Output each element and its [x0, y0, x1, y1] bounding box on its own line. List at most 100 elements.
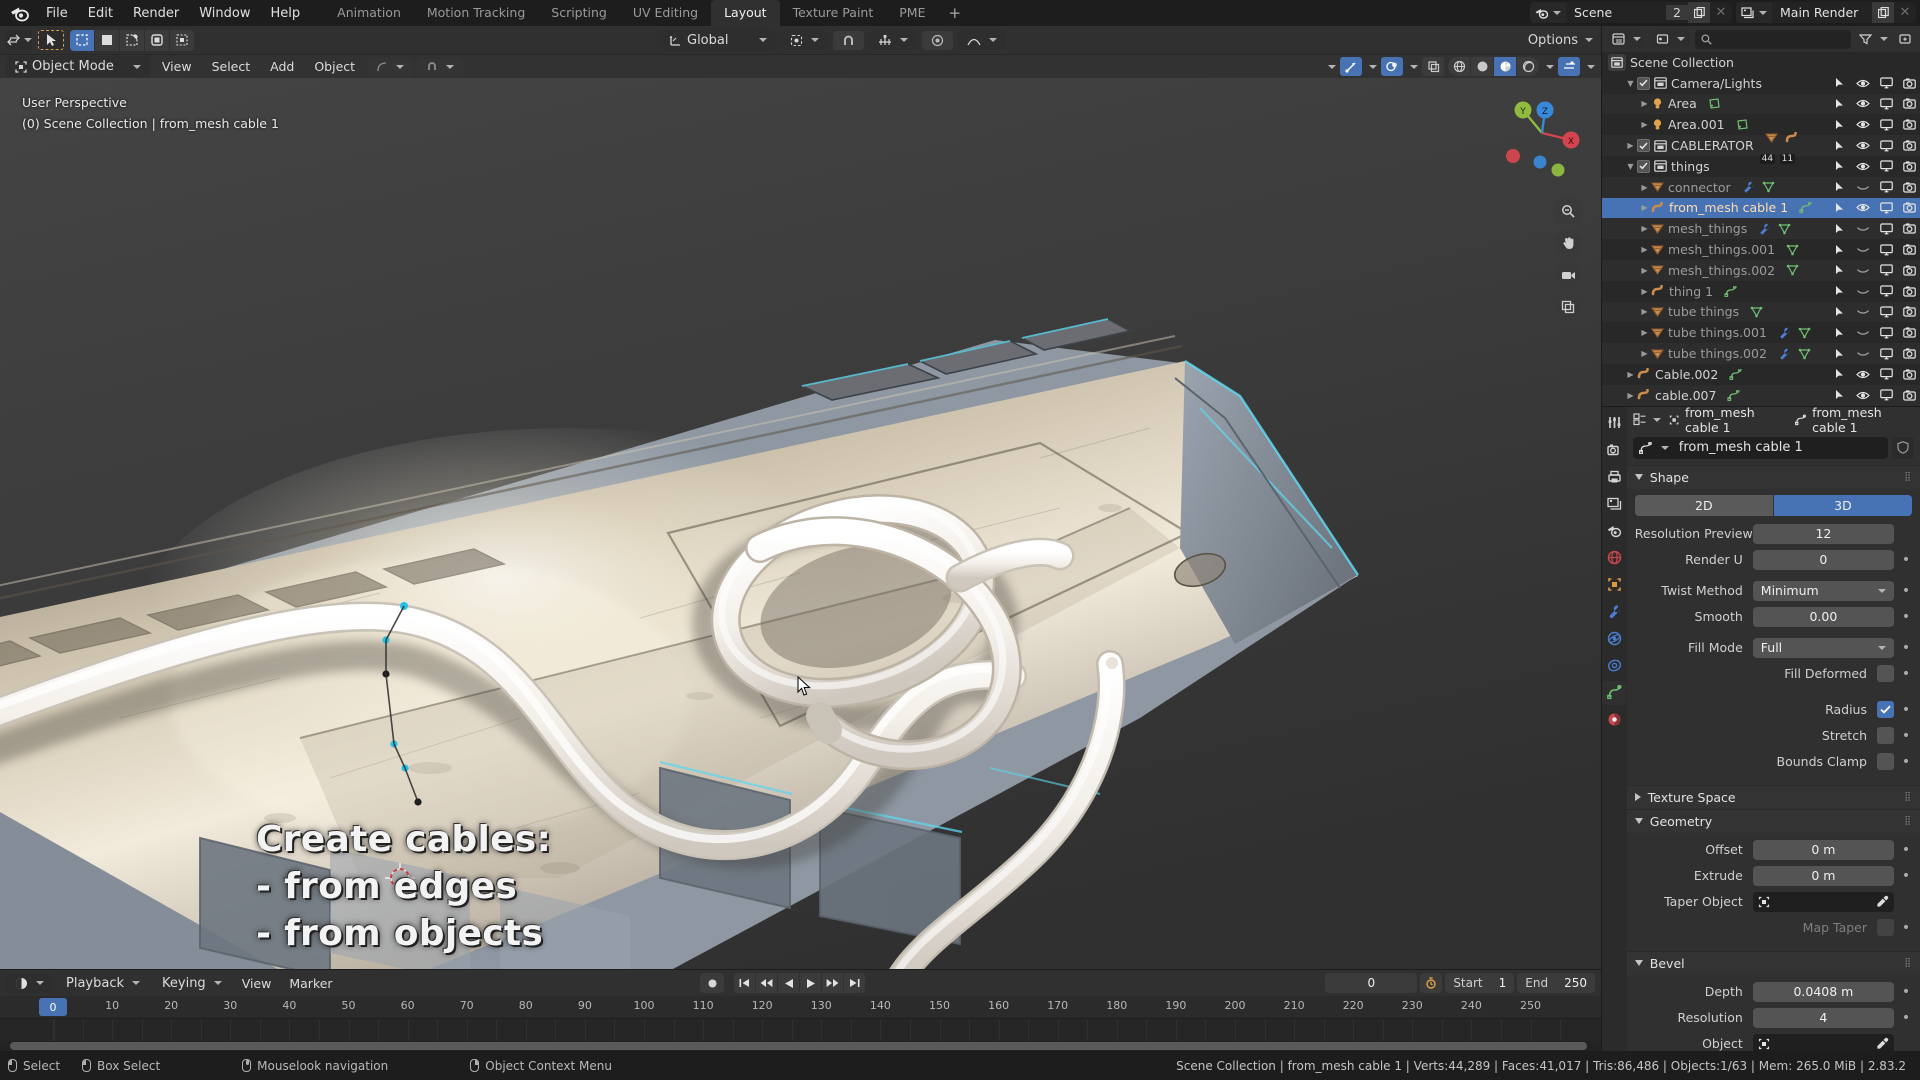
timeline-ruler[interactable]: 0 10 20 30 40 50 60 70 80 90 100 110 120 130 140 150 160… — [0, 996, 1601, 1018]
restrict-select-toggle[interactable] — [1834, 98, 1846, 110]
tab-world[interactable] — [1602, 546, 1626, 570]
tab-scene[interactable] — [1602, 519, 1626, 543]
anim-dot[interactable]: • — [1900, 984, 1912, 1000]
view-layer-selector[interactable]: Main Render ✕ — [1736, 2, 1916, 23]
field-value[interactable]: 4 — [1752, 1007, 1894, 1028]
outliner-filter-icon[interactable] — [1856, 31, 1891, 47]
breadcrumb-object[interactable]: from_mesh cable 1 — [1669, 407, 1787, 435]
outliner-row-cablerator[interactable]: ▶ CABLERATOR 44 11 — [1602, 132, 1920, 165]
restrict-render-toggle[interactable] — [1903, 286, 1916, 297]
outliner-tree[interactable]: Scene Collection ▼ Camera/Lights ▶ Area ▶ Are… — [1602, 52, 1920, 406]
options-dropdown[interactable]: Options — [1528, 33, 1593, 48]
xray-icon[interactable] — [1422, 57, 1444, 76]
navigation-gizmo[interactable]: X Y Z — [1497, 88, 1587, 178]
viewport-menu-select[interactable]: Select — [204, 57, 259, 76]
restrict-render-toggle[interactable] — [1903, 348, 1916, 359]
triangle-down-icon[interactable]: ▼ — [1624, 73, 1637, 93]
add-workspace-button[interactable]: + — [938, 0, 971, 26]
anim-dot[interactable]: • — [1900, 609, 1912, 625]
play-icon[interactable] — [800, 973, 821, 993]
chevron-down-icon[interactable] — [1587, 64, 1595, 69]
tab-output[interactable] — [1602, 465, 1626, 489]
restrict-render-toggle[interactable] — [1903, 182, 1916, 193]
restrict-viewport-toggle[interactable] — [1856, 348, 1870, 359]
restrict-viewport-toggle[interactable] — [1856, 98, 1870, 109]
properties-editor-icon[interactable] — [1633, 413, 1661, 426]
triangle-right-icon[interactable]: ▶ — [1638, 344, 1651, 364]
outliner-display-icon[interactable] — [1607, 31, 1646, 47]
tab-render[interactable] — [1602, 438, 1626, 462]
restrict-render-toggle[interactable] — [1903, 265, 1916, 276]
snap-magnet-toggle[interactable] — [833, 30, 865, 50]
shape-panel-header[interactable]: Shape ⣿ — [1626, 464, 1920, 489]
select-extend-icon[interactable] — [95, 29, 119, 51]
dimension-3d-button[interactable]: 3D — [1773, 494, 1912, 516]
fake-user-icon[interactable] — [1892, 436, 1914, 459]
restrict-render-toggle[interactable] — [1903, 390, 1916, 401]
outliner-row-area[interactable]: ▶ Area — [1602, 93, 1920, 115]
frame-end-field[interactable]: End 250 — [1517, 973, 1595, 993]
tab-motion-tracking[interactable]: Motion Tracking — [414, 0, 538, 26]
triangle-right-icon[interactable]: ▶ — [1638, 177, 1651, 197]
checkbox[interactable] — [1877, 665, 1894, 683]
viewport-menu-add[interactable]: Add — [262, 57, 302, 76]
viewport-3d[interactable]: User Perspective (0) Scene Collection | … — [0, 78, 1601, 969]
breadcrumb-data[interactable]: from_mesh cable 1 — [1794, 407, 1914, 435]
tab-pme[interactable]: PME — [886, 0, 938, 26]
field-value[interactable]: 0.00 — [1752, 606, 1894, 627]
restrict-viewport-toggle[interactable] — [1856, 327, 1870, 338]
restrict-select-toggle[interactable] — [1834, 285, 1846, 297]
restrict-render-toggle[interactable] — [1903, 140, 1916, 151]
triangle-right-icon[interactable]: ▶ — [1638, 302, 1651, 322]
restrict-viewport-toggle[interactable] — [1856, 244, 1870, 255]
chevron-down-icon[interactable] — [1546, 64, 1554, 69]
triangle-right-icon[interactable]: ▶ — [1638, 323, 1651, 343]
restrict-select-toggle[interactable] — [1834, 140, 1846, 152]
drag-handle[interactable]: ⣿ — [1904, 958, 1912, 968]
restrict-select-toggle[interactable] — [1834, 306, 1846, 318]
tab-texture-paint[interactable]: Texture Paint — [780, 0, 887, 26]
triangle-right-icon[interactable]: ▶ — [1638, 260, 1651, 280]
menu-file[interactable]: File — [36, 4, 78, 23]
restrict-viewport-toggle[interactable] — [1856, 161, 1870, 172]
restrict-render-toggle[interactable] — [1903, 327, 1916, 338]
restrict-select-toggle[interactable] — [1834, 160, 1846, 172]
restrict-viewport-render-toggle[interactable] — [1880, 98, 1893, 110]
tab-tool[interactable] — [1602, 411, 1626, 435]
outliner-row-tube-things-001[interactable]: ▶ tube things.001 — [1602, 322, 1920, 343]
restrict-viewport-render-toggle[interactable] — [1880, 243, 1893, 256]
outliner-row-area-001[interactable]: ▶ Area.001 — [1602, 114, 1920, 135]
pan-icon[interactable] — [1555, 230, 1581, 256]
restrict-viewport-toggle[interactable] — [1856, 390, 1870, 401]
timeline-menu-marker[interactable]: Marker — [282, 974, 339, 993]
anim-dot[interactable]: • — [1900, 754, 1912, 770]
datablock-name-field[interactable]: from_mesh cable 1 — [1632, 436, 1888, 459]
next-keyframe-icon[interactable] — [822, 973, 843, 993]
anim-dot[interactable]: • — [1900, 868, 1912, 884]
restrict-select-toggle[interactable] — [1834, 327, 1846, 339]
outliner-row-connector[interactable]: ▶ connector — [1602, 176, 1920, 198]
view-layer-name[interactable]: Main Render — [1772, 5, 1872, 20]
tab-animation[interactable]: Animation — [324, 0, 414, 26]
outliner-row-tube-things-002[interactable]: ▶ tube things.002 — [1602, 343, 1920, 364]
triangle-right-icon[interactable]: ▶ — [1624, 136, 1637, 156]
autokey-icon[interactable] — [1420, 973, 1443, 993]
field-value[interactable]: 0 m — [1752, 839, 1894, 860]
overlays-icon[interactable] — [1381, 57, 1403, 76]
drag-handle[interactable]: ⣿ — [1904, 472, 1912, 482]
texture-space-panel-header[interactable]: Texture Space ⣿ — [1626, 784, 1920, 809]
anim-dot[interactable]: • — [1900, 702, 1912, 718]
restrict-viewport-render-toggle[interactable] — [1880, 119, 1893, 131]
camera-icon[interactable] — [1555, 262, 1581, 288]
record-icon[interactable] — [700, 973, 724, 993]
field-value[interactable]: 0 m — [1752, 865, 1894, 886]
timeline-editor-icon[interactable] — [6, 973, 53, 993]
restrict-viewport-render-toggle[interactable] — [1880, 306, 1893, 318]
current-frame-field[interactable]: 0 — [1325, 973, 1418, 993]
geometry-panel-header[interactable]: Geometry ⣿ — [1626, 808, 1920, 833]
menu-edit[interactable]: Edit — [78, 4, 123, 23]
anim-dot[interactable]: • — [1900, 583, 1912, 599]
triangle-down-icon[interactable]: ▼ — [1624, 156, 1637, 176]
restrict-select-toggle[interactable] — [1834, 264, 1846, 276]
restrict-render-toggle[interactable] — [1903, 202, 1916, 214]
